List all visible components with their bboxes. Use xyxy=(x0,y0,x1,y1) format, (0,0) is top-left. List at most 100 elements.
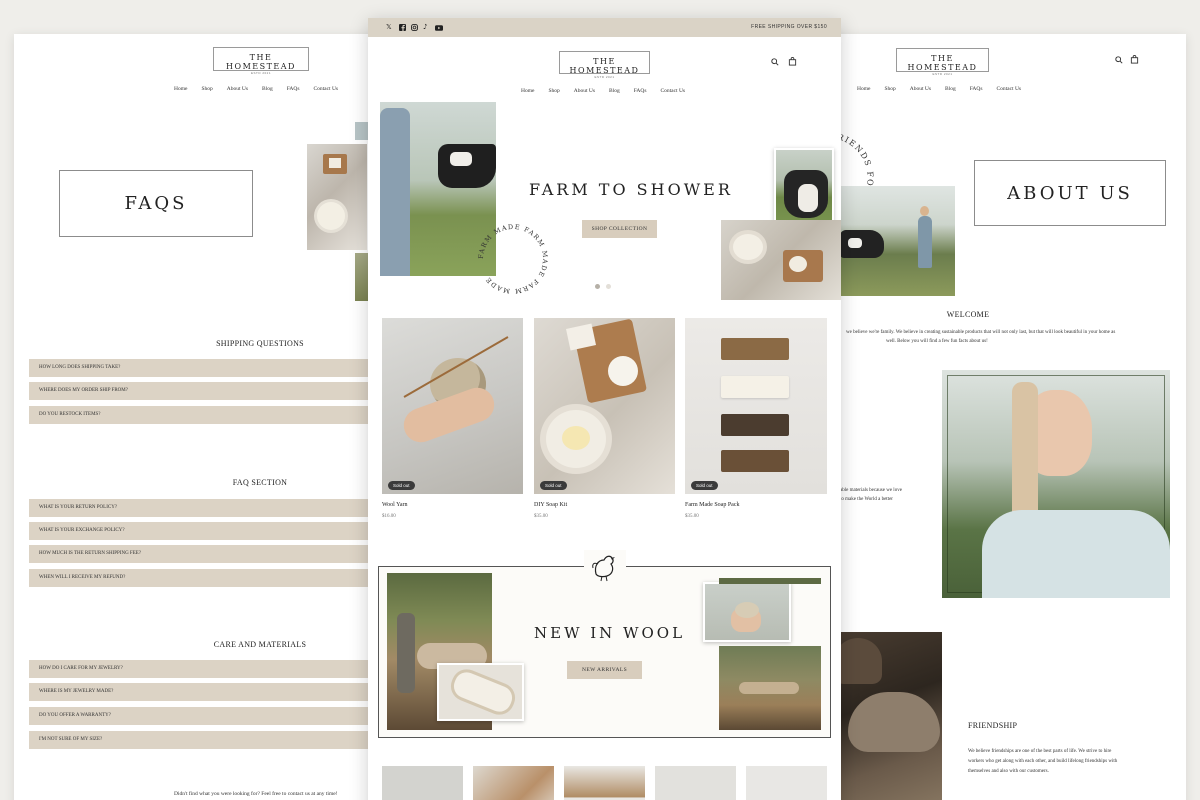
nav-shop[interactable]: Shop xyxy=(884,86,895,92)
about-page: THE HOMESTEAD ESTD 2021 Home Shop About … xyxy=(828,34,1186,800)
search-icon[interactable] xyxy=(1115,56,1123,64)
instagram-icon[interactable] xyxy=(411,24,418,31)
section-heading-faq: FAQ SECTION xyxy=(232,478,288,487)
product-image-diy-soap-kit[interactable] xyxy=(534,318,675,494)
nav-contact[interactable]: Contact Us xyxy=(313,86,338,92)
logo-est: ESTD 2021 xyxy=(594,75,615,79)
faq-item[interactable]: HOW MUCH IS THE RETURN SHIPPING FEE? xyxy=(29,545,369,563)
faq-item[interactable]: DO YOU OFFER A WARRANTY? xyxy=(29,707,369,725)
farm-made-text: FARM MADE FARM MADE FARM MADE xyxy=(477,223,548,295)
soap-kit-photo xyxy=(721,220,841,300)
logo-est: ESTD 2021 xyxy=(932,72,953,76)
welcome-text-line-2: well. Below you will find a few fun fact… xyxy=(886,339,988,344)
page-title: ABOUT US xyxy=(1007,182,1133,204)
product-name[interactable]: DIY Soap Kit xyxy=(534,502,567,508)
faq-item[interactable]: WHAT IS YOUR EXCHANGE POLICY? xyxy=(29,522,369,540)
logo-title: THE HOMESTEAD xyxy=(226,53,296,71)
nav-about[interactable]: About Us xyxy=(574,88,595,94)
product-image-wool-yarn[interactable] xyxy=(382,318,523,494)
nav-blog[interactable]: Blog xyxy=(262,86,273,92)
logo-title: THE HOMESTEAD xyxy=(907,54,978,72)
materials-text-line-2: to make the World a better xyxy=(840,497,893,502)
nav-blog[interactable]: Blog xyxy=(609,88,620,94)
nav-about[interactable]: About Us xyxy=(910,86,931,92)
new-arrivals-button[interactable]: NEW ARRIVALS xyxy=(567,661,642,679)
product-price: $35.00 xyxy=(685,514,699,519)
nav-home[interactable]: Home xyxy=(174,86,187,92)
announcement-bar: 𝕏 ♪ FREE SHIPPING OVER $150 xyxy=(368,18,841,37)
main-nav: Home Shop About Us Blog FAQs Contact Us xyxy=(174,86,338,92)
nav-home[interactable]: Home xyxy=(521,88,534,94)
tiktok-icon[interactable]: ♪ xyxy=(423,24,427,31)
page-title: FAQS xyxy=(124,193,188,214)
nav-shop[interactable]: Shop xyxy=(201,86,212,92)
nav-blog[interactable]: Blog xyxy=(945,86,956,92)
nav-faqs[interactable]: FAQs xyxy=(287,86,300,92)
soap-flatlay-photo xyxy=(307,144,367,250)
logo[interactable]: THE HOMESTEAD ESTD 2021 xyxy=(559,51,650,79)
friendship-text-line-1: We believe friendships are one of the be… xyxy=(968,749,1112,754)
friendship-heading: FRIENDSHIP xyxy=(968,721,1018,730)
section-heading-care: CARE AND MATERIALS xyxy=(213,640,307,649)
friendship-text-line-2: workers who get along with each other, a… xyxy=(968,759,1118,764)
logo[interactable]: THE HOMESTEAD ESTD 2021 xyxy=(896,48,989,76)
sold-out-badge: Sold out xyxy=(540,481,567,490)
nav-home[interactable]: Home xyxy=(857,86,870,92)
logo-title: THE HOMESTEAD xyxy=(569,57,640,75)
yarn-spool-photo xyxy=(437,663,524,721)
shipping-announcement: FREE SHIPPING OVER $150 xyxy=(751,24,827,30)
youtube-icon[interactable] xyxy=(435,25,443,31)
product-price: $35.00 xyxy=(534,514,548,519)
nav-faqs[interactable]: FAQs xyxy=(634,88,647,94)
welcome-text-line-1: we believe we're family. We believe in c… xyxy=(846,330,1116,335)
main-nav: Home Shop About Us Blog FAQs Contact Us xyxy=(857,86,1021,92)
cart-icon[interactable] xyxy=(1130,55,1139,64)
product-thumb[interactable] xyxy=(473,766,554,800)
shop-collection-button[interactable]: SHOP COLLECTION xyxy=(582,220,657,238)
slide-dot-1[interactable] xyxy=(595,284,600,289)
faq-item[interactable]: I'M NOT SURE OF MY SIZE? xyxy=(29,731,369,749)
faq-item[interactable]: WHERE IS MY JEWELRY MADE? xyxy=(29,683,369,701)
contact-note: Didn't find what you were looking for? F… xyxy=(174,791,338,797)
cart-icon[interactable] xyxy=(788,57,797,66)
search-icon[interactable] xyxy=(771,58,779,66)
faq-item[interactable]: WHEN WILL I RECEIVE MY REFUND? xyxy=(29,569,369,587)
product-thumb[interactable] xyxy=(655,766,736,800)
product-thumb[interactable] xyxy=(564,766,645,800)
product-name[interactable]: Wool Yarn xyxy=(382,502,408,508)
faq-item[interactable]: WHAT IS YOUR RETURN POLICY? xyxy=(29,499,369,517)
product-image-soap-pack[interactable] xyxy=(685,318,827,494)
svg-text:FARM MADE FARM MADE FARM MADE: FARM MADE FARM MADE FARM MADE xyxy=(477,223,549,295)
faq-item[interactable]: DO YOU RESTOCK ITEMS? xyxy=(29,406,369,424)
nav-shop[interactable]: Shop xyxy=(548,88,559,94)
nav-contact[interactable]: Contact Us xyxy=(996,86,1021,92)
product-thumb[interactable] xyxy=(746,766,827,800)
logo[interactable]: THE HOMESTEAD ESTD 2021 xyxy=(213,47,309,75)
slide-dot-2[interactable] xyxy=(606,284,611,289)
product-name[interactable]: Farm Made Soap Pack xyxy=(685,502,740,508)
main-nav: Home Shop About Us Blog FAQs Contact Us xyxy=(521,88,685,94)
yarn-hands-photo xyxy=(703,582,791,642)
hen-logo-icon xyxy=(584,550,626,584)
page-title-box: ABOUT US xyxy=(974,160,1166,226)
facebook-icon[interactable] xyxy=(399,24,406,31)
woman-portrait-photo xyxy=(942,370,1170,598)
sheep-flock-photo xyxy=(719,646,821,730)
friendship-text-line-3: themselves and also with our customers. xyxy=(968,769,1049,774)
faq-page: THE HOMESTEAD ESTD 2021 Home Shop About … xyxy=(14,34,374,800)
section-heading-shipping: SHIPPING QUESTIONS xyxy=(216,339,304,348)
product-thumb[interactable] xyxy=(382,766,463,800)
nav-about[interactable]: About Us xyxy=(227,86,248,92)
faq-item[interactable]: HOW DO I CARE FOR MY JEWELRY? xyxy=(29,660,369,678)
welcome-heading: WELCOME xyxy=(946,310,990,319)
faq-item[interactable]: HOW LONG DOES SHIPPING TAKE? xyxy=(29,359,369,377)
cow-field-photo xyxy=(840,186,955,296)
hero-title: FARM TO SHOWER xyxy=(529,180,733,199)
twitter-icon[interactable]: 𝕏 xyxy=(386,24,392,31)
faq-item[interactable]: WHERE DOES MY ORDER SHIP FROM? xyxy=(29,382,369,400)
logo-est: ESTD 2021 xyxy=(250,71,271,75)
farm-made-stamp: FARM MADE FARM MADE FARM MADE xyxy=(477,223,549,295)
page-title-box: FAQS xyxy=(59,170,253,237)
nav-contact[interactable]: Contact Us xyxy=(660,88,685,94)
nav-faqs[interactable]: FAQs xyxy=(970,86,983,92)
